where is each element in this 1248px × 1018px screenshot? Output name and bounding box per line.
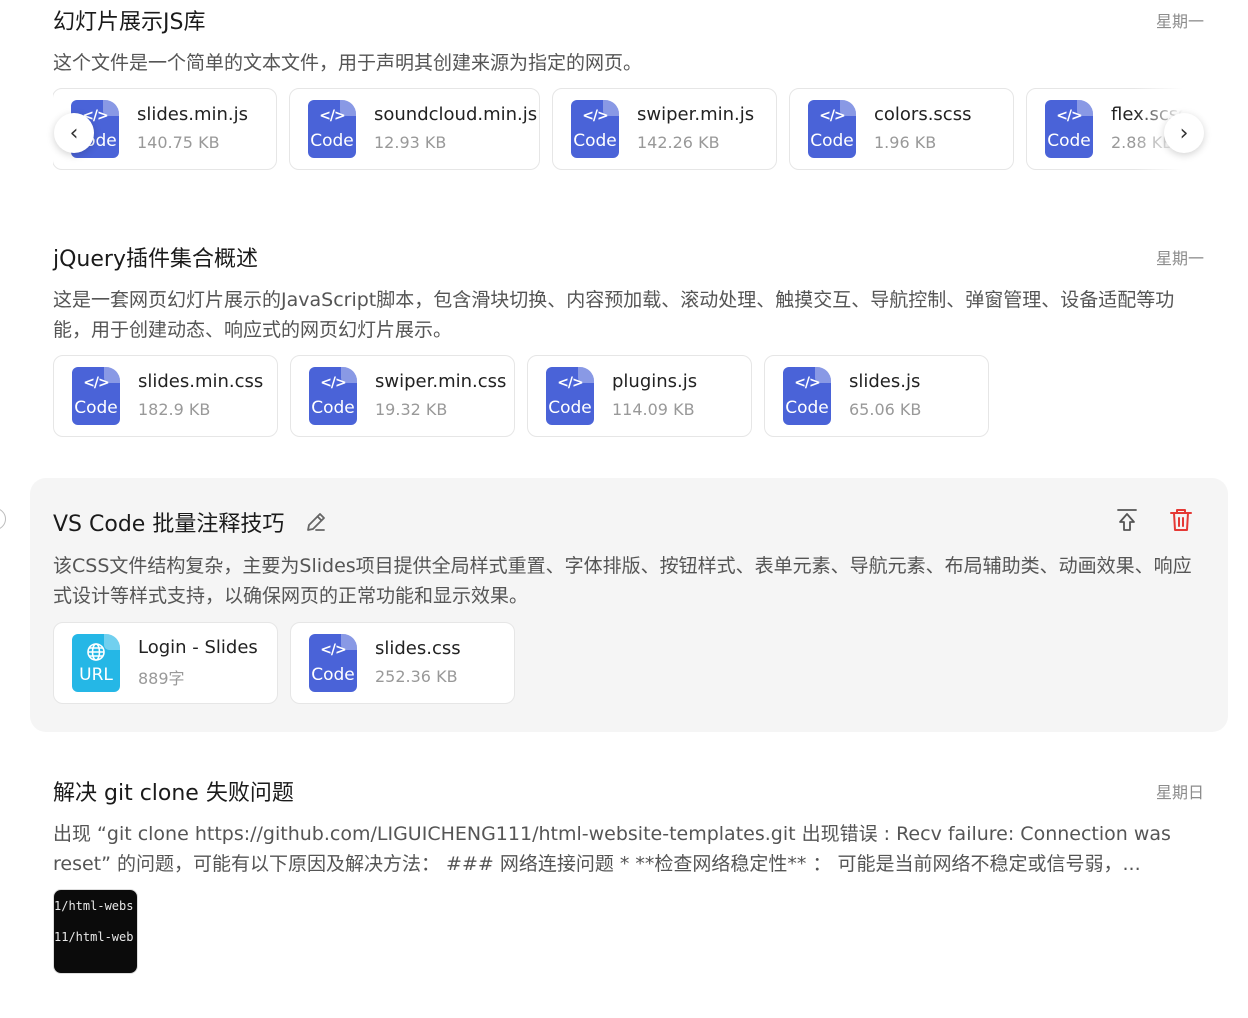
note-title: VS Code 批量注释技巧 xyxy=(53,506,330,538)
chevron-left-icon: ‹ xyxy=(69,120,79,146)
thumbnail-text: 11/html-web xyxy=(54,930,134,944)
attachment-size: 65.06 KB xyxy=(849,400,922,419)
attachment-size: 114.09 KB xyxy=(612,400,695,419)
chevron-right-icon: › xyxy=(1179,120,1189,146)
note-description: 这个文件是一个简单的文本文件，用于声明其创建来源为指定的网页。 xyxy=(53,52,643,74)
attachment-item[interactable]: </> Code swiper.min.js 142.26 KB xyxy=(552,88,777,170)
attachment-size: 142.26 KB xyxy=(637,133,720,152)
pin-top-icon xyxy=(1117,509,1137,531)
attachment-name: soundcloud.min.js xyxy=(374,104,538,125)
pin-top-button[interactable] xyxy=(1113,506,1141,534)
attachment-item[interactable]: </> Code soundcloud.min.js 12.93 KB xyxy=(289,88,540,170)
code-file-icon: </> Code xyxy=(72,367,120,425)
edit-title-button[interactable] xyxy=(302,508,330,536)
note-card-hovered[interactable]: VS Code 批量注释技巧 该CSS文件结构复杂，主要为Slides项目提供全… xyxy=(30,478,1228,732)
code-file-icon: </> Code xyxy=(309,634,357,692)
attachment-size: 889字 xyxy=(138,669,185,688)
url-link-icon: URL xyxy=(72,634,120,692)
note-card[interactable]: 解决 git clone 失败问题 星期日 出现 “git clone http… xyxy=(30,771,1228,1018)
note-date: 星期一 xyxy=(1155,12,1204,31)
attachment-item[interactable]: </> Code colors.scss 1.96 KB xyxy=(789,88,1014,170)
attachment-name: slides.min.css xyxy=(138,371,264,392)
attachment-size: 12.93 KB xyxy=(374,133,447,152)
attachment-name: plugins.js xyxy=(612,371,698,392)
code-file-icon: </> Code xyxy=(808,100,856,158)
code-file-icon: </> Code xyxy=(308,100,356,158)
code-file-icon: </> Code xyxy=(309,367,357,425)
note-date: 星期一 xyxy=(1155,249,1204,268)
attachment-name: swiper.min.js xyxy=(637,104,755,125)
attachment-item[interactable]: </> Code plugins.js 114.09 KB xyxy=(527,355,752,437)
attachment-item[interactable]: </> Code slides.css 252.36 KB xyxy=(290,622,515,704)
attachment-carousel: </> Code slides.min.js 140.75 KB </> Code … xyxy=(53,88,1204,172)
image-thumbnail[interactable]: 1/html-webs 11/html-web xyxy=(53,889,138,974)
attachment-list: URL Login - Slides 889字 </> Code slides.c… xyxy=(53,622,515,706)
thumbnail-text: 1/html-webs xyxy=(54,899,134,913)
code-file-icon: </> Code xyxy=(546,367,594,425)
note-card[interactable]: jQuery插件集合概述 星期一 这是一套网页幻灯片展示的JavaScript脚… xyxy=(30,237,1228,447)
carousel-prev-button[interactable]: ‹ xyxy=(54,113,94,153)
attachment-name: slides.min.js xyxy=(137,104,249,125)
code-file-icon: </> Code xyxy=(1045,100,1093,158)
attachment-item[interactable]: </> Code slides.js 65.06 KB xyxy=(764,355,989,437)
note-date: 星期日 xyxy=(1155,783,1204,802)
note-description: 该CSS文件结构复杂，主要为Slides项目提供全局样式重置、字体排版、按钮样式… xyxy=(53,555,1192,607)
notes-list: 幻灯片展示JS库 星期一 这个文件是一个简单的文本文件，用于声明其创建来源为指定… xyxy=(0,0,1248,1018)
attachment-size: 182.9 KB xyxy=(138,400,211,419)
note-title: 解决 git clone 失败问题 xyxy=(53,781,294,806)
attachment-item[interactable]: URL Login - Slides 889字 xyxy=(53,622,278,704)
attachment-size: 19.32 KB xyxy=(375,400,448,419)
delete-button[interactable] xyxy=(1167,506,1195,534)
attachment-name: slides.js xyxy=(849,371,921,392)
note-description: 这是一套网页幻灯片展示的JavaScript脚本，包含滑块切换、内容预加载、滚动… xyxy=(53,289,1175,341)
pencil-icon xyxy=(307,513,326,531)
attachment-size: 252.36 KB xyxy=(375,667,458,686)
trash-icon xyxy=(1170,509,1192,531)
code-file-icon: </> Code xyxy=(783,367,831,425)
note-description: 出现 “git clone https://github.com/LIGUICH… xyxy=(53,823,1171,875)
attachment-name: slides.css xyxy=(375,638,461,659)
attachment-item[interactable]: </> Code slides.min.css 182.9 KB xyxy=(53,355,278,437)
note-card[interactable]: 幻灯片展示JS库 星期一 这个文件是一个简单的文本文件，用于声明其创建来源为指定… xyxy=(30,0,1228,190)
attachment-list: </> Code slides.min.css 182.9 KB </> Code … xyxy=(53,355,989,439)
attachment-size: 140.75 KB xyxy=(137,133,220,152)
select-radio[interactable] xyxy=(0,508,6,530)
attachment-item[interactable]: </> Code swiper.min.css 19.32 KB xyxy=(290,355,515,437)
note-title: 幻灯片展示JS库 xyxy=(53,10,206,35)
note-title: jQuery插件集合概述 xyxy=(53,247,258,272)
code-file-icon: </> Code xyxy=(571,100,619,158)
carousel-next-button[interactable]: › xyxy=(1164,113,1204,153)
attachment-name: colors.scss xyxy=(874,104,972,125)
attachment-name: Login - Slides xyxy=(138,637,258,658)
attachment-size: 1.96 KB xyxy=(874,133,937,152)
attachment-name: swiper.min.css xyxy=(375,371,507,392)
globe-icon xyxy=(87,643,105,661)
